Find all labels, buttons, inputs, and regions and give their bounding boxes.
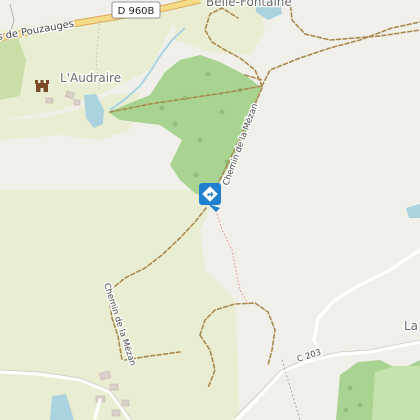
place-label-audraire: L'Audraire xyxy=(60,71,121,85)
meadow-south-east xyxy=(372,366,420,420)
road-badge-d960b: D 960B xyxy=(111,1,161,19)
map-canvas[interactable]: D 960B s de Pouzauges Belle-Fontaine L'A… xyxy=(0,0,420,420)
road-badge-label: D 960B xyxy=(118,6,155,17)
place-label-la: La xyxy=(404,319,418,333)
place-label-belle-fontaine: Belle-Fontaine xyxy=(206,0,292,9)
castle-icon xyxy=(35,80,49,92)
map-view[interactable]: D 960B s de Pouzauges Belle-Fontaine L'A… xyxy=(0,0,420,420)
